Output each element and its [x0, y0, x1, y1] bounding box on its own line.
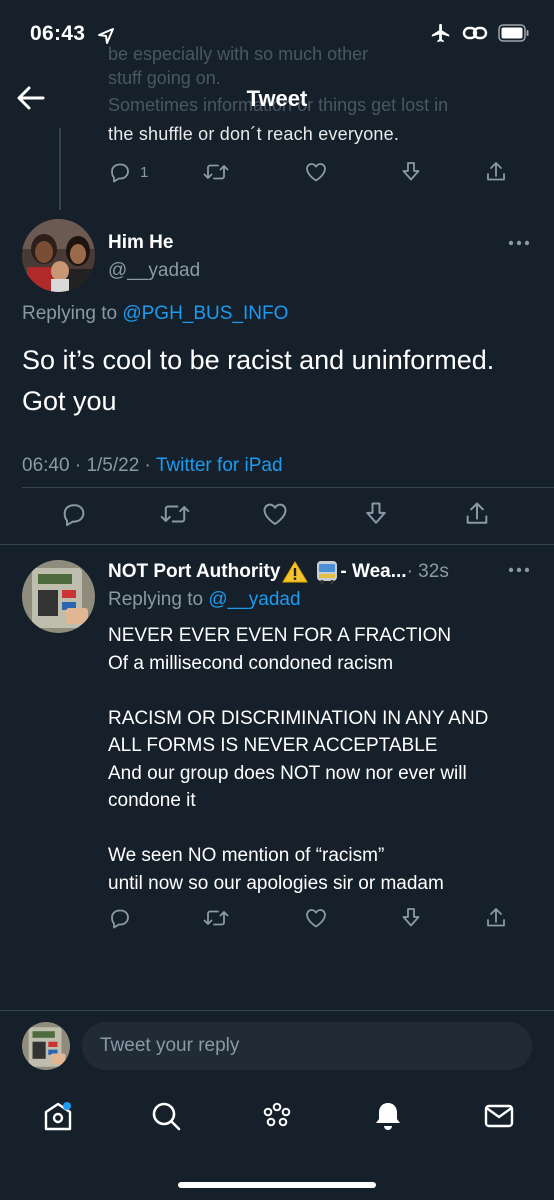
reply-author-name-suffix[interactable]: - Wea...: [340, 561, 406, 583]
share-icon: [487, 162, 505, 181]
avatar[interactable]: [22, 219, 95, 292]
meta-separator: ·: [139, 455, 156, 476]
replying-handle-link[interactable]: @__yadad: [208, 589, 300, 610]
compose-avatar: [22, 1022, 70, 1070]
reply-text-line: condone it: [108, 790, 196, 811]
faded-text-line: be especially with so much other: [108, 44, 369, 64]
avatar-photo: [22, 560, 95, 633]
reply-icon: [111, 909, 129, 929]
status-icons: [430, 22, 530, 44]
tab-search[interactable]: [148, 1098, 184, 1134]
divider: [22, 487, 554, 488]
tab-messages[interactable]: [481, 1098, 517, 1134]
retweet-button[interactable]: [160, 500, 190, 528]
divider: [0, 1010, 554, 1011]
prev-retweet-button[interactable]: [203, 160, 229, 184]
home-icon: [44, 1102, 72, 1131]
reply-text-line: Of a millisecond condoned racism: [108, 652, 394, 674]
more-icon[interactable]: [508, 239, 530, 247]
reply-icon: [63, 504, 85, 527]
reply-author-row: NOT Port Authority - Wea... · 32s: [108, 559, 449, 585]
reply-replying-to: Replying to @__yadad: [108, 589, 301, 611]
reply-share-button[interactable]: [484, 906, 508, 930]
reply-text-line: NEVER EVER EVEN FOR A FRACTION: [108, 625, 452, 646]
spaces-icon: [263, 1102, 291, 1127]
retweet-icon: [203, 164, 229, 180]
author-name[interactable]: Him He: [108, 232, 173, 254]
tab-notifications[interactable]: [370, 1098, 406, 1134]
status-time-text: 06:43: [30, 22, 86, 45]
bell-icon: [376, 1103, 400, 1130]
mail-icon: [484, 1104, 514, 1128]
reply-tweet-text: NEVER EVER EVEN FOR A FRACTION Of a mill…: [108, 622, 538, 897]
reply-bookmark-button[interactable]: [399, 906, 423, 930]
bookmark-button[interactable]: [362, 500, 390, 528]
tweet-time: 06:40: [22, 455, 70, 476]
replying-prefix: Replying to: [108, 589, 204, 610]
reply-text-line: until now so our apologies sir or madam: [108, 872, 444, 894]
reply-text-line: And our group does NOT now nor ever will: [108, 762, 467, 784]
home-indicator: [178, 1182, 376, 1188]
status-time: 06:43: [30, 22, 85, 46]
reply-text-line: ALL FORMS IS NEVER ACCEPTABLE: [108, 735, 438, 756]
reply-input[interactable]: [82, 1022, 532, 1070]
heart-icon: [263, 503, 287, 525]
reply-avatar[interactable]: [22, 560, 95, 633]
share-button[interactable]: [463, 500, 491, 528]
reply-retweet-button[interactable]: [203, 906, 229, 930]
author-handle[interactable]: @__yadad: [108, 260, 200, 282]
heart-icon: [306, 163, 326, 182]
tweet-meta: 06:40 · 1/5/22 · Twitter for iPad: [22, 455, 283, 477]
replying-to: Replying to @PGH_BUS_INFO: [22, 303, 288, 325]
replying-prefix: Replying to: [22, 303, 118, 324]
replying-handle-link[interactable]: @PGH_BUS_INFO: [122, 303, 288, 324]
tweet-source-link[interactable]: Twitter for iPad: [156, 455, 283, 476]
download-icon: [366, 502, 386, 524]
tweet-date: 1/5/22: [86, 455, 140, 476]
retweet-icon: [160, 505, 190, 523]
prev-bookmark-button[interactable]: [399, 160, 423, 184]
retweet-icon: [203, 910, 229, 926]
like-button[interactable]: [261, 500, 289, 528]
search-icon: [152, 1102, 181, 1131]
reply-text-spacer: [108, 677, 538, 705]
prev-like-button[interactable]: [304, 160, 328, 184]
link-icon: [462, 26, 488, 40]
prev-share-button[interactable]: [484, 160, 508, 184]
share-icon: [466, 502, 488, 524]
tab-spaces[interactable]: [259, 1098, 295, 1134]
reply-button[interactable]: [60, 500, 88, 528]
tweet-text: So it’s cool to be racist and uninformed…: [22, 345, 495, 416]
prev-reply-count: 1: [140, 163, 149, 181]
prev-tweet-text: the shuffle or don´t reach everyone.: [108, 124, 400, 144]
reply-author-name[interactable]: NOT Port Authority: [108, 561, 280, 583]
meta-separator: ·: [69, 455, 87, 476]
airplane-icon: [431, 23, 450, 43]
reply-text-spacer: [108, 815, 538, 843]
divider: [0, 544, 554, 545]
download-icon: [402, 162, 420, 181]
reply-text-line: We seen NO mention of “racism”: [108, 845, 385, 866]
prev-reply-button[interactable]: 1: [108, 160, 148, 184]
more-icon[interactable]: [508, 566, 530, 574]
warning-icon: [282, 561, 309, 583]
reply-icon: [111, 163, 129, 183]
reply-time: · 32s: [406, 561, 449, 582]
location-arrow-icon: [98, 28, 114, 44]
share-icon: [487, 908, 505, 927]
battery-icon: [498, 24, 529, 42]
reply-reply-button[interactable]: [108, 906, 132, 930]
avatar-photo: [22, 219, 95, 292]
reply-like-button[interactable]: [304, 906, 328, 930]
bus-icon: [317, 561, 338, 584]
reply-text-line: RACISM OR DISCRIMINATION IN ANY AND: [108, 707, 489, 729]
thread-line: [59, 128, 61, 210]
heart-icon: [306, 909, 326, 928]
page-title: Tweet: [246, 86, 308, 111]
download-icon: [402, 908, 420, 927]
avatar-photo: [22, 1022, 70, 1070]
tab-home[interactable]: [40, 1098, 76, 1134]
